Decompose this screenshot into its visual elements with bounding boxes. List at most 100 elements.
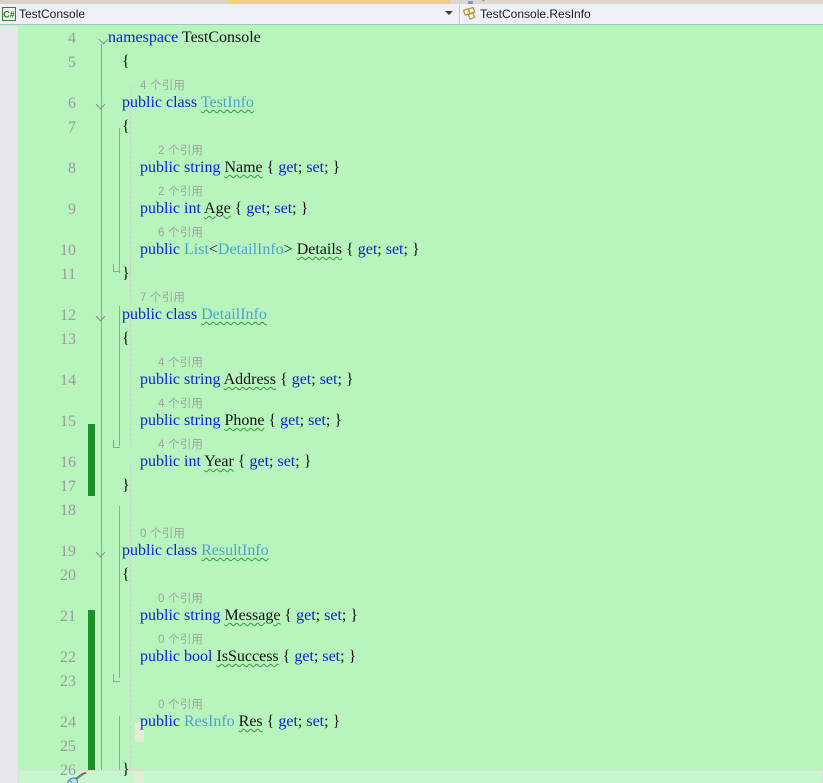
line-number: 14 <box>60 372 76 389</box>
code-line[interactable]: 18 <box>0 500 823 524</box>
codelens-label[interactable]: 4 个引用 <box>158 354 203 370</box>
token-keyword: public int <box>140 453 201 470</box>
line-number: 9 <box>68 201 76 218</box>
code-line[interactable]: 15 public string Phone { get; set; } <box>0 411 823 435</box>
chevron-down-icon[interactable] <box>445 11 453 15</box>
code-line[interactable]: 9 public int Age { get; set; } <box>0 199 823 223</box>
project-type-dropdown[interactable]: C# TestConsole <box>0 4 460 24</box>
codelens-reference-count[interactable]: 2 个引用 <box>0 182 823 199</box>
codelens-reference-count[interactable]: 0 个引用 <box>0 630 823 647</box>
codelens-label[interactable]: 6 个引用 <box>158 224 203 240</box>
token-punctuation: { <box>280 607 297 624</box>
code-line[interactable]: 13 { <box>0 329 823 353</box>
codelens-reference-count[interactable]: 4 个引用 <box>0 394 823 411</box>
token-punctuation: { <box>122 118 130 135</box>
code-editor-surface[interactable]: 4 namespace TestConsole 5{4 个引用 6 public cla… <box>0 26 823 783</box>
codelens-reference-count[interactable]: 4 个引用 <box>0 435 823 452</box>
codelens-reference-count[interactable]: 4 个引用 <box>0 353 823 370</box>
token-punctuation: { <box>122 566 130 583</box>
codelens-label[interactable]: 2 个引用 <box>158 183 203 199</box>
codelens-label[interactable]: 2 个引用 <box>158 142 203 158</box>
code-line[interactable]: 21 public string Message { get; set; } <box>0 606 823 630</box>
code-line[interactable]: 8 public string Name { get; set; } <box>0 158 823 182</box>
token-punctuation: ; <box>315 607 325 624</box>
codelens-label[interactable]: 4 个引用 <box>158 395 203 411</box>
code-line-text: public class TestInfo <box>122 94 254 112</box>
codelens-label[interactable]: 0 个引用 <box>158 590 203 606</box>
token-keyword: public <box>140 713 180 730</box>
token-punctuation: < <box>208 241 218 258</box>
token-punctuation: ; } <box>337 371 354 388</box>
code-line[interactable]: 6 public class TestInfo <box>0 93 823 117</box>
codelens-reference-count[interactable]: 0 个引用 <box>0 695 823 712</box>
codelens-label[interactable]: 0 个引用 <box>158 631 203 647</box>
code-line[interactable]: 23 <box>0 671 823 695</box>
token-punctuation: } <box>122 761 130 778</box>
token-punctuation: ; } <box>403 241 420 258</box>
codelens-label[interactable]: 7 个引用 <box>140 289 185 305</box>
fold-chevron-down-icon[interactable] <box>96 311 107 322</box>
line-number: 5 <box>68 54 76 71</box>
codelens-reference-count[interactable]: 4 个引用 <box>0 76 823 93</box>
code-line[interactable]: 14 public string Address { get; set; } <box>0 370 823 394</box>
code-line[interactable]: 26} <box>0 760 823 783</box>
code-line[interactable]: 5{ <box>0 52 823 76</box>
codelens-reference-count[interactable]: 2 个引用 <box>0 141 823 158</box>
token-punctuation: TestConsole <box>181 29 261 46</box>
member-dropdown[interactable]: TestConsole.ResInfo <box>460 4 823 24</box>
token-punctuation: ; <box>377 241 386 258</box>
token-punctuation: ; } <box>324 713 341 730</box>
code-line-text: public List<DetailInfo> Details { get; s… <box>140 241 420 259</box>
code-line[interactable]: 17} <box>0 476 823 500</box>
token-keyword: set <box>322 648 341 665</box>
class-icon <box>461 4 479 24</box>
line-number: 10 <box>60 242 76 259</box>
fold-chevron-down-icon[interactable] <box>96 99 107 110</box>
codelens-reference-count[interactable]: 7 个引用 <box>0 288 823 305</box>
token-keyword: set <box>306 713 325 730</box>
codelens-reference-count[interactable]: 0 个引用 <box>0 589 823 606</box>
codelens-label[interactable]: 4 个引用 <box>158 436 203 452</box>
token-keyword: get <box>278 159 298 176</box>
line-number: 25 <box>60 738 76 755</box>
token-keyword: set <box>277 453 296 470</box>
token-type: List <box>184 241 209 258</box>
token-punctuation: { <box>230 200 247 217</box>
codelens-label[interactable]: 0 个引用 <box>158 696 203 712</box>
line-number: 19 <box>60 543 76 560</box>
token-punctuation: ; } <box>341 607 359 624</box>
code-line[interactable]: 20 { <box>0 565 823 589</box>
fold-chevron-down-icon[interactable] <box>96 547 107 558</box>
code-line[interactable]: 24 public ResInfo Res { get; set; } <box>0 712 823 736</box>
code-line[interactable]: 22 public bool IsSuccess { get; set; } <box>0 647 823 671</box>
code-line[interactable]: 4 namespace TestConsole <box>0 28 823 52</box>
codelens-label[interactable]: 4 个引用 <box>140 77 185 93</box>
editor-navigation-bar: C# TestConsole TestConsole.ResInfo <box>0 4 823 25</box>
code-line[interactable]: 16 public int Year { get; set; } <box>0 452 823 476</box>
token-punctuation: > <box>283 241 297 258</box>
csharp-project-icon: C# <box>0 4 18 24</box>
token-keyword: get <box>249 453 270 470</box>
code-line[interactable]: 12 public class DetailInfo <box>0 305 823 329</box>
token-member-naming-hint: Year <box>204 453 234 470</box>
code-line[interactable]: 7{ <box>0 117 823 141</box>
token-keyword: public string <box>140 607 221 624</box>
code-line[interactable]: 10 public List<DetailInfo> Details { get;… <box>0 240 823 264</box>
codelens-reference-count[interactable]: 6 个引用 <box>0 223 823 240</box>
line-number: 11 <box>60 266 76 283</box>
code-line[interactable]: 11} <box>0 264 823 288</box>
codelens-reference-count[interactable]: 0 个引用 <box>0 524 823 541</box>
token-punctuation: ; <box>299 412 309 429</box>
code-line[interactable]: 19 public class ResultInfo <box>0 541 823 565</box>
token-punctuation: } <box>122 265 130 282</box>
token-keyword: set <box>385 241 404 258</box>
code-line-text: { <box>122 566 130 584</box>
token-keyword: get <box>246 200 266 217</box>
line-number: 16 <box>60 454 76 471</box>
line-number: 8 <box>68 160 76 177</box>
code-line[interactable]: 25 <box>0 736 823 760</box>
code-line-text: } <box>122 761 130 779</box>
codelens-label[interactable]: 0 个引用 <box>140 525 185 541</box>
token-keyword: set <box>274 200 293 217</box>
line-number: 7 <box>68 119 76 136</box>
